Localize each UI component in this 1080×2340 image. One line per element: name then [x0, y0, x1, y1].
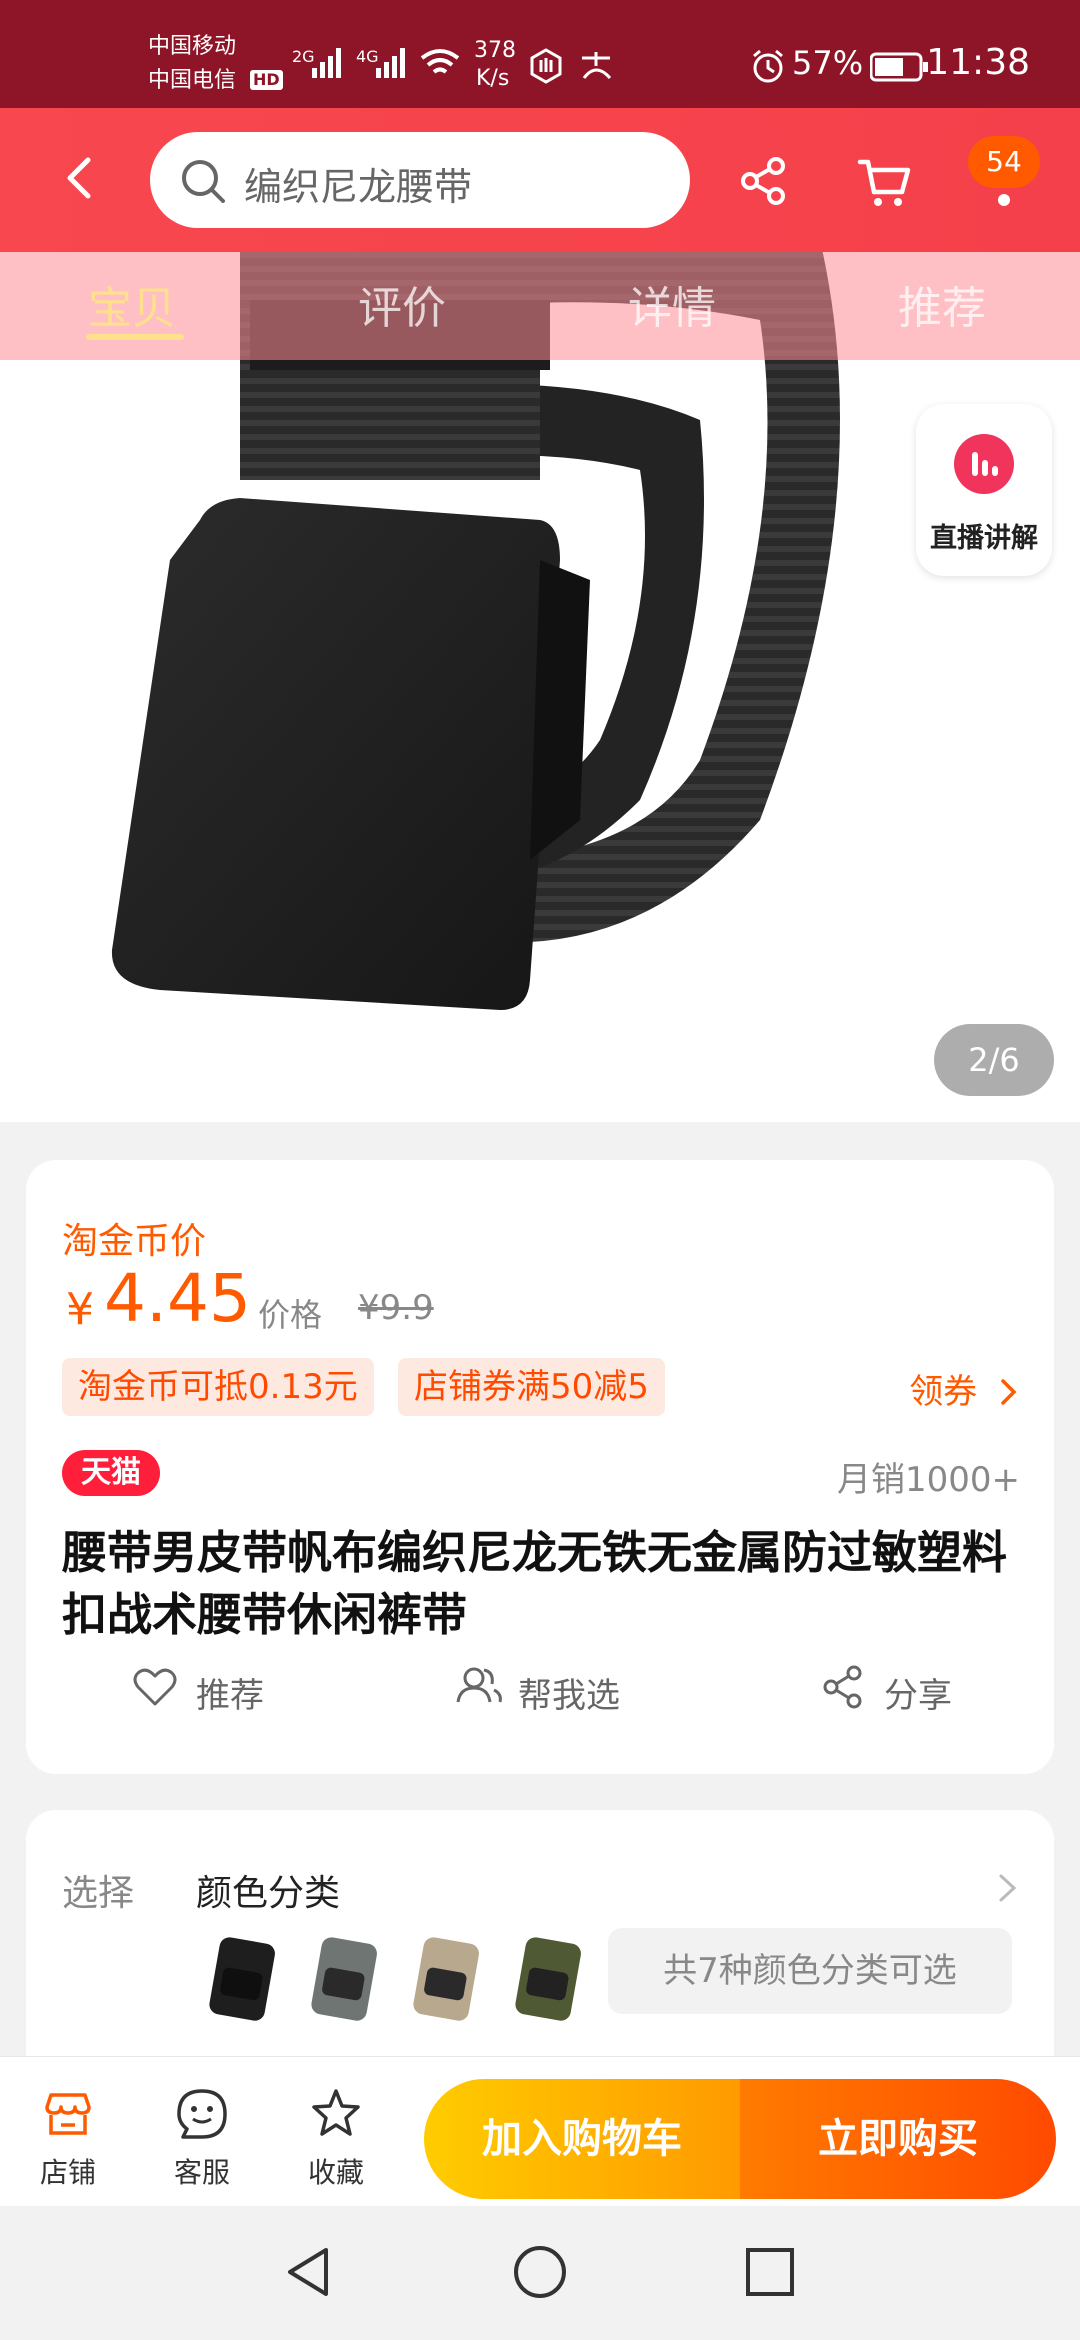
net-speed-unit: K/s	[476, 66, 510, 91]
chat-bubble-icon	[177, 2089, 227, 2139]
variant-category: 颜色分类	[196, 1873, 341, 1914]
star-icon	[312, 2089, 360, 2136]
back-icon[interactable]	[56, 154, 104, 202]
share-icon	[823, 1665, 862, 1709]
tab-item[interactable]: 宝贝	[88, 272, 176, 336]
bottom-action-bar: 店铺 客服 收藏 加入购物车 立即购买	[0, 2056, 1080, 2206]
color-swatch-gray[interactable]	[304, 1930, 384, 2030]
share-label: 分享	[884, 1676, 952, 1716]
color-count-button[interactable]: 共7种颜色分类可选	[608, 1928, 1012, 2014]
tab-details[interactable]: 详情	[628, 272, 716, 336]
cart-count-badge[interactable]: 54	[968, 136, 1040, 188]
carrier-1: 中国移动	[148, 34, 237, 59]
cart-icon[interactable]	[856, 154, 912, 210]
color-swatch-khaki[interactable]	[406, 1930, 486, 2030]
hd-badge: HD	[250, 70, 283, 90]
help-me-choose-label: 帮我选	[518, 1676, 620, 1716]
system-navigation-bar	[0, 2206, 1080, 2340]
get-coupon-link[interactable]: 领券	[909, 1364, 1020, 1413]
tmall-badge: 天猫	[62, 1450, 160, 1496]
tab-reviews[interactable]: 评价	[358, 272, 446, 336]
promo-tag[interactable]: 淘金币可抵0.13元	[62, 1358, 374, 1416]
alipay-icon	[582, 52, 612, 80]
alarm-icon	[753, 49, 783, 83]
recents-square-icon[interactable]	[742, 2244, 798, 2300]
promo-tag[interactable]: 店铺券满50减5	[398, 1358, 665, 1416]
color-swatch-black[interactable]	[202, 1930, 282, 2030]
chevron-right-icon	[1001, 1379, 1017, 1405]
live-icon	[954, 434, 1014, 494]
original-price: ¥9.9	[358, 1288, 434, 1328]
monthly-sales: 月销1000+	[836, 1460, 1020, 1500]
currency-symbol: ¥	[66, 1284, 94, 1335]
original-price-label: 价格	[258, 1296, 323, 1334]
signal-icon	[376, 48, 405, 78]
tab-recommend[interactable]: 推荐	[898, 272, 986, 336]
buy-now-button[interactable]: 立即购买	[740, 2079, 1056, 2199]
live-explain-button[interactable]: 直播讲解	[916, 404, 1052, 576]
favorite-label: 收藏	[307, 2156, 364, 2189]
clock: 11:38	[926, 42, 1030, 83]
price-value: 4.45	[104, 1260, 251, 1337]
hand-icon	[530, 48, 562, 84]
more-dot[interactable]	[998, 194, 1010, 206]
top-nav-bar: 编织尼龙腰带 54	[0, 108, 1080, 252]
recommend-label: 推荐	[196, 1676, 264, 1716]
customer-service-label: 客服	[173, 2156, 230, 2189]
net-speed-value: 378	[474, 38, 516, 63]
search-bar[interactable]: 编织尼龙腰带	[150, 132, 690, 228]
store-button[interactable]: 店铺	[18, 2087, 118, 2197]
status-bar: 中国移动 中国电信 HD 2G 4G 378 K/s 57% 11:38	[0, 0, 1080, 108]
add-to-cart-button[interactable]: 加入购物车	[424, 2079, 740, 2199]
chevron-right-icon[interactable]	[996, 1870, 1020, 1906]
heart-icon	[133, 1668, 177, 1706]
image-pager: 2/6	[934, 1024, 1054, 1096]
home-circle-icon[interactable]	[512, 2244, 568, 2300]
select-label: 选择	[62, 1873, 135, 1914]
search-icon	[182, 160, 225, 203]
price-card: 淘金币价 ¥ 4.45 价格 ¥9.9 淘金币可抵0.13元 店铺券满50减5 …	[26, 1160, 1054, 1774]
variant-select-card[interactable]: 选择 颜色分类 共7种颜色分类可选	[26, 1810, 1054, 2070]
customer-service-button[interactable]: 客服	[152, 2087, 252, 2197]
battery-icon	[870, 52, 928, 82]
wifi-icon	[420, 49, 460, 74]
store-label: 店铺	[39, 2156, 96, 2189]
share-icon[interactable]	[738, 156, 788, 206]
product-title: 腰带男皮带帆布编织尼龙无铁无金属防过敏塑料扣战术腰带休闲裤带	[62, 1526, 1008, 1641]
live-label: 直播讲解	[930, 523, 1038, 554]
color-swatch-olive[interactable]	[508, 1930, 588, 2030]
favorite-button[interactable]: 收藏	[286, 2087, 386, 2197]
get-coupon-label: 领券	[909, 1372, 978, 1412]
people-icon	[456, 1667, 502, 1703]
store-icon	[45, 2093, 91, 2135]
price-label: 淘金币价	[62, 1221, 207, 1262]
tab-indicator	[86, 334, 184, 340]
signal-icon	[312, 48, 341, 78]
battery-percent: 57%	[792, 44, 864, 82]
back-triangle-icon[interactable]	[282, 2244, 338, 2300]
carrier-2: 中国电信	[148, 68, 237, 93]
section-tabs: 宝贝 评价 详情 推荐	[0, 252, 1080, 360]
search-query: 编织尼龙腰带	[244, 165, 473, 209]
